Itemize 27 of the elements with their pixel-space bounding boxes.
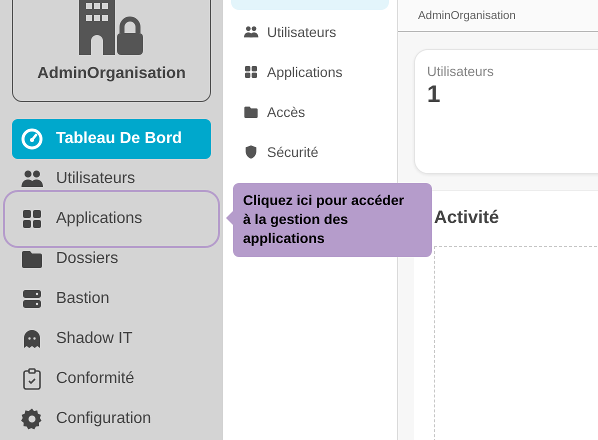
sidebar-item[interactable]: Utilisateurs (12, 159, 211, 199)
submenu-item[interactable]: Utilisateurs (231, 12, 389, 52)
stat-value: 1 (427, 81, 442, 109)
tooltip: Cliquez ici pour accéder à la gestion des applications (226, 183, 432, 257)
stat-label: Utilisateurs (427, 64, 495, 79)
sidebar-item[interactable]: Configuration (12, 399, 211, 439)
sidebar-item[interactable]: Dossiers (12, 239, 211, 279)
sidebar-item[interactable]: Bastion (12, 279, 211, 319)
grid-icon (243, 64, 259, 80)
submenu-item[interactable]: Applications (231, 52, 389, 92)
gauge-icon (20, 127, 44, 151)
submenu-item[interactable]: Accès (231, 92, 389, 132)
server-icon (20, 287, 44, 311)
selected-menu-item[interactable] (231, 0, 389, 10)
breadcrumb: AdminOrganisation (418, 10, 516, 22)
organisation-name: AdminOrganisation (37, 65, 186, 83)
activity-title: Activité (434, 207, 500, 228)
users-icon (243, 24, 259, 40)
clipboard-check-icon (20, 367, 44, 391)
sidebar-item[interactable]: Shadow IT (12, 319, 211, 359)
shield-icon (243, 144, 259, 160)
folder-icon (243, 104, 259, 120)
sidebar-item[interactable]: Conformité (12, 359, 211, 399)
submenu-item[interactable]: Sécurité (231, 132, 389, 172)
sidebar-item[interactable]: Applications (12, 199, 211, 239)
grid-icon (20, 207, 44, 231)
settings-icon (20, 407, 44, 431)
